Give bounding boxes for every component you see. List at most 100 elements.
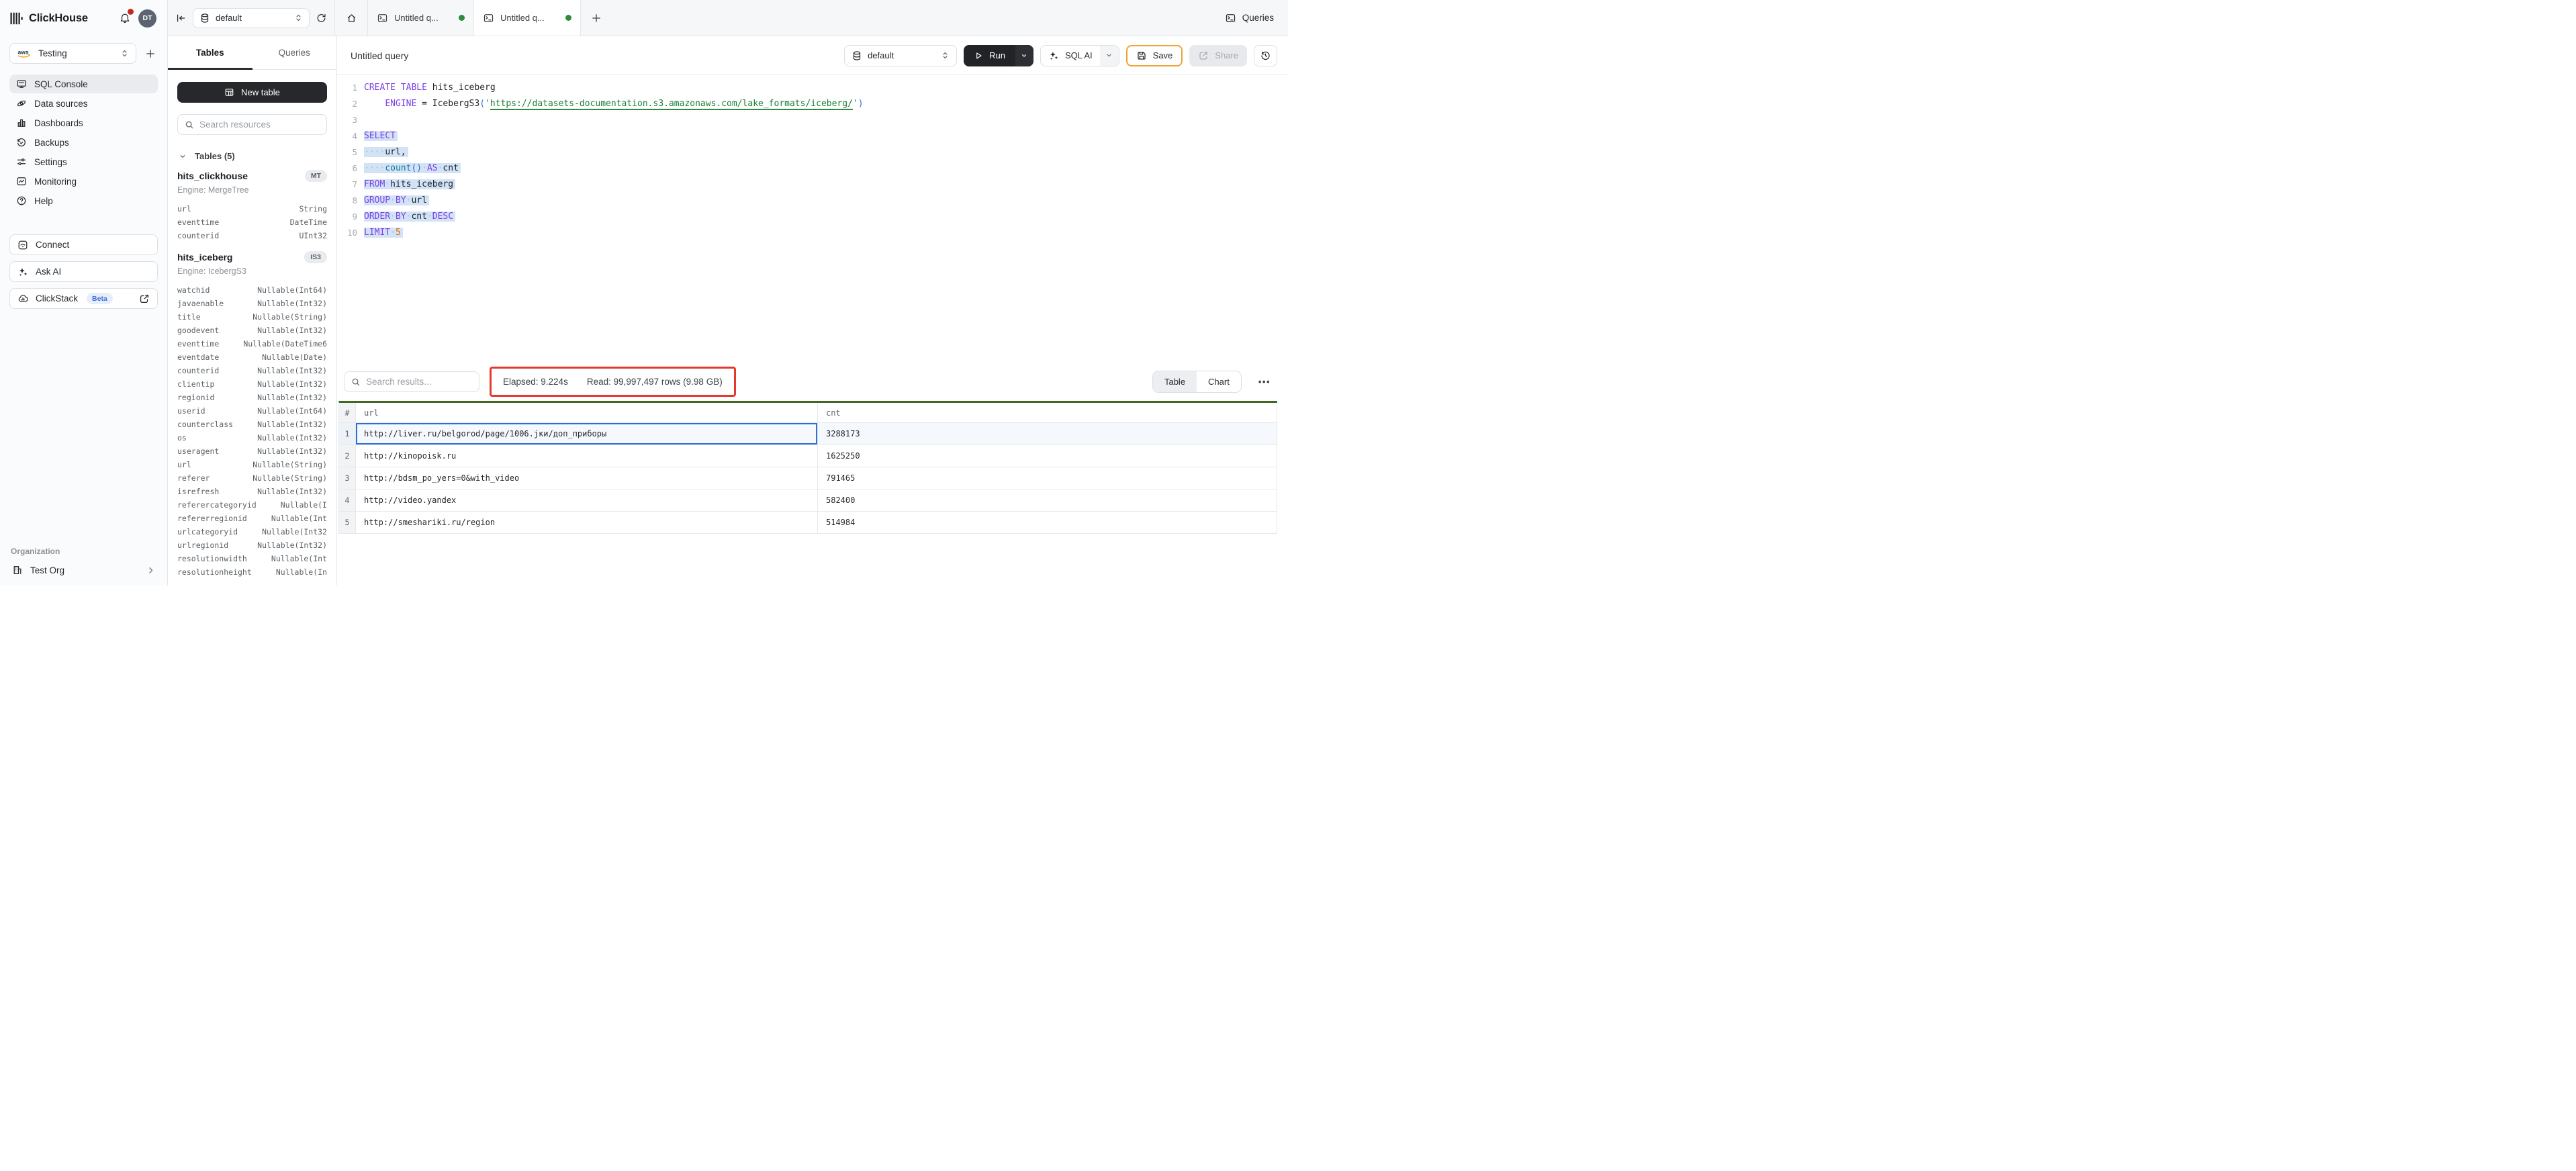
column-row: resolutionheight Nullable(In — [177, 565, 327, 579]
home-button[interactable] — [335, 0, 367, 36]
url-cell[interactable]: http://video.yandex — [356, 489, 818, 511]
resources-tab-tables[interactable]: Tables — [168, 36, 252, 69]
view-option-chart[interactable]: Chart — [1197, 371, 1241, 392]
column-row: urlregionid Nullable(Int32) — [177, 538, 327, 552]
sidebar-item-backups[interactable]: Backups — [9, 133, 158, 152]
clickstack-icon — [17, 293, 28, 304]
add-workspace-button[interactable] — [143, 48, 158, 59]
url-cell[interactable]: http://smeshariki.ru/region — [356, 512, 818, 533]
sidebar-item-label: Backups — [34, 138, 69, 148]
collapse-sidebar-button[interactable] — [175, 13, 187, 24]
resources-search-input[interactable] — [199, 120, 320, 130]
table-row: 1 http://liver.ru/belgorod/page/1006.jки… — [339, 423, 1277, 445]
resource-table-header[interactable]: hits_iceberg IS3 — [177, 251, 327, 263]
organization-row[interactable]: Test Org — [11, 565, 156, 575]
column-type: Nullable(Int — [271, 552, 327, 565]
resource-table-header[interactable]: hits_clickhouse MT — [177, 170, 327, 182]
view-option-table[interactable]: Table — [1153, 371, 1197, 392]
column-type: Nullable(Int32) — [257, 538, 327, 552]
run-button[interactable]: Run — [964, 45, 1015, 66]
header-cnt[interactable]: cnt — [818, 403, 1277, 422]
resource-table-hits-iceberg: hits_iceberg IS3 Engine: IcebergS3 watch… — [177, 251, 327, 579]
terminal-icon — [483, 13, 494, 24]
cnt-cell[interactable]: 514984 — [818, 512, 1277, 533]
shortcut-connect[interactable]: Connect — [9, 234, 158, 255]
code-line: LIMIT·5 — [364, 225, 1288, 241]
new-tab-button[interactable] — [581, 0, 612, 36]
sql-ai-button[interactable]: SQL AI — [1040, 45, 1119, 66]
column-row: title Nullable(String) — [177, 310, 327, 324]
column-row: eventtime DateTime — [177, 216, 327, 229]
header-url[interactable]: url — [356, 403, 818, 422]
column-name: userid — [177, 404, 205, 418]
sidebar-item-dashboards[interactable]: Dashboards — [9, 113, 158, 132]
column-type: Nullable(Int32 — [262, 525, 327, 538]
sql-ai-options-button[interactable] — [1100, 46, 1119, 66]
line-number: 8 — [337, 193, 357, 209]
url-cell[interactable]: http://liver.ru/belgorod/page/1006.jки/д… — [356, 423, 818, 444]
database-selector-top[interactable]: default — [193, 8, 310, 28]
column-name: referer — [177, 471, 210, 485]
share-button[interactable]: Share — [1189, 45, 1247, 66]
header-index[interactable]: # — [339, 403, 356, 422]
sql-editor[interactable]: 12345678910 CREATE TABLE hits_iceberg EN… — [337, 75, 1288, 363]
line-number: 4 — [337, 128, 357, 144]
shortcut-clickstack[interactable]: ClickStack Beta — [9, 288, 158, 309]
column-type: Nullable(String) — [252, 310, 327, 324]
database-selector-editor[interactable]: default — [844, 45, 957, 66]
sidebar-item-label: Settings — [34, 157, 67, 167]
run-options-button[interactable] — [1015, 45, 1033, 66]
resource-table-hits-clickhouse: hits_clickhouse MT Engine: MergeTree url… — [177, 170, 327, 242]
sidebar-item-sql-console[interactable]: SQL Console — [9, 75, 158, 93]
notifications-button[interactable] — [118, 11, 132, 26]
shortcut-ask-ai[interactable]: Ask AI — [9, 261, 158, 282]
share-icon — [1198, 50, 1209, 61]
sidebar-item-monitoring[interactable]: Monitoring — [9, 172, 158, 191]
query-title[interactable]: Untitled query — [351, 50, 837, 61]
organization-label: Organization — [11, 547, 156, 556]
cnt-cell[interactable]: 791465 — [818, 467, 1277, 489]
sidebar-item-data-sources[interactable]: Data sources — [9, 94, 158, 113]
column-row: eventtime Nullable(DateTime6 — [177, 337, 327, 350]
results-search-input[interactable] — [366, 377, 472, 387]
column-row: url String — [177, 202, 327, 216]
code-line: ····count()·AS·cnt — [364, 160, 1288, 177]
cnt-cell[interactable]: 3288173 — [818, 423, 1277, 444]
avatar[interactable]: DT — [138, 9, 156, 28]
workspace-selector[interactable]: aws Testing — [9, 43, 136, 64]
history-button[interactable] — [1254, 45, 1277, 66]
column-row: userid Nullable(Int64) — [177, 404, 327, 418]
resources-tab-label: Tables — [196, 48, 224, 58]
query-tab-1[interactable]: Untitled q... — [367, 0, 474, 36]
results-header-row: # url cnt — [339, 403, 1277, 423]
column-name: urlcategoryid — [177, 525, 238, 538]
resources-search — [177, 114, 327, 135]
save-icon — [1136, 50, 1147, 61]
content-area: Tables Queries New table Tables (5) hits… — [168, 36, 1288, 586]
tables-group-header[interactable]: Tables (5) — [179, 151, 326, 161]
queries-button[interactable]: Queries — [1211, 0, 1288, 36]
organization-name: Test Org — [30, 565, 64, 575]
dashboards-icon — [16, 118, 27, 128]
svg-text:aws: aws — [18, 49, 29, 56]
cnt-cell[interactable]: 1625250 — [818, 445, 1277, 467]
more-options-button[interactable]: ••• — [1252, 377, 1277, 387]
sidebar-item-help[interactable]: Help — [9, 191, 158, 210]
help-icon — [16, 195, 27, 206]
column-type: Nullable(Int64) — [257, 283, 327, 297]
resources-tab-queries[interactable]: Queries — [252, 36, 337, 69]
save-button[interactable]: Save — [1126, 45, 1183, 66]
url-cell[interactable]: http://kinopoisk.ru — [356, 445, 818, 467]
cnt-cell[interactable]: 582400 — [818, 489, 1277, 511]
sidebar-item-settings[interactable]: Settings — [9, 152, 158, 171]
new-table-button[interactable]: New table — [177, 82, 327, 103]
row-index: 5 — [339, 512, 356, 533]
column-row: url Nullable(String) — [177, 458, 327, 471]
sidebar-bottom: Organization Test Org — [0, 547, 167, 586]
column-name: isrefresh — [177, 485, 219, 498]
run-button-label: Run — [989, 50, 1005, 60]
url-cell[interactable]: http://bdsm_po_yers=0&with_video — [356, 467, 818, 489]
query-tab-2[interactable]: Untitled q... — [474, 0, 581, 36]
refresh-button[interactable] — [316, 13, 327, 24]
unsaved-dot — [459, 15, 465, 21]
